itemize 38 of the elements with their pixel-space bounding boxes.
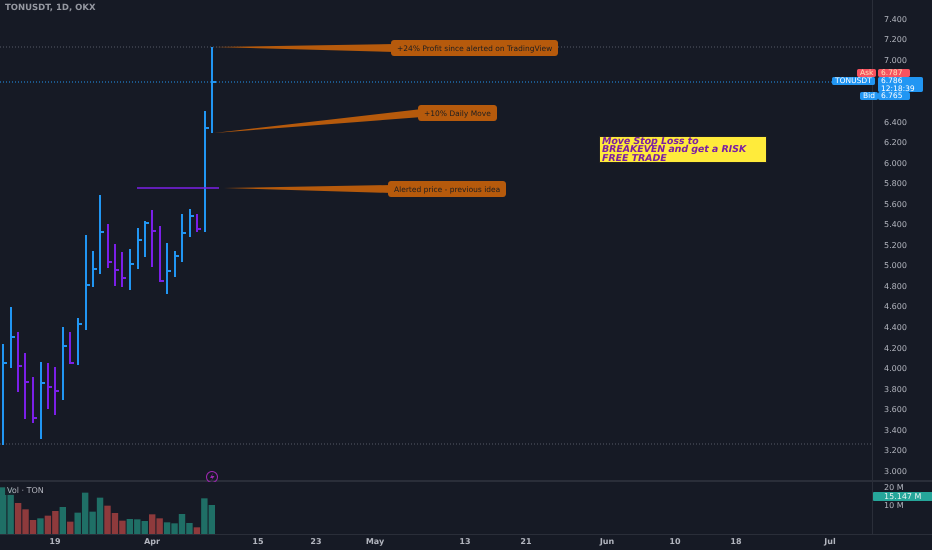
date-label: 19 <box>49 537 61 546</box>
price-label: 4.800 <box>884 282 907 291</box>
price-label: 4.000 <box>884 364 907 374</box>
volume-badge: 15.147 M <box>873 492 932 501</box>
price-label: 4.200 <box>884 344 907 353</box>
date-label: Apr <box>144 537 160 546</box>
date-label: 21 <box>520 537 532 546</box>
note-label: Move Stop Loss to BREAKEVEN and get a RISK FREE TRADE <box>599 136 767 163</box>
date-label: 23 <box>310 537 322 546</box>
price-label: 5.800 <box>884 179 907 188</box>
date-label: 18 <box>730 537 742 546</box>
date-label: May <box>366 537 384 546</box>
price-label: 7.400 <box>884 14 907 24</box>
price-label: 4.400 <box>884 322 907 332</box>
volume-title: Vol · TON <box>5 486 46 495</box>
price-label: 6.400 <box>884 118 907 126</box>
price-label: 3.800 <box>884 384 907 394</box>
price-label: 5.600 <box>884 200 907 209</box>
price-label: 7.000 <box>884 56 907 65</box>
date-label: Jun <box>600 537 614 546</box>
chart-title: TONUSDT, 1D, OKX <box>5 3 96 13</box>
price-label: 5.400 <box>884 220 907 230</box>
price-label: 3.600 <box>884 405 907 414</box>
date-label: Jul <box>824 537 836 546</box>
price-label: 5.000 <box>884 261 907 270</box>
price-label: 3.200 <box>884 446 907 456</box>
price-label: 7.200 <box>884 35 907 44</box>
price-label: 4.600 <box>884 302 907 312</box>
price-label: 6.000 <box>884 158 907 168</box>
date-label: 15 <box>252 537 264 546</box>
volume-label: 20 M <box>884 483 904 492</box>
date-label: 10 <box>669 537 681 546</box>
price-label: 3.400 <box>884 426 907 435</box>
date-label: 13 <box>459 537 471 546</box>
volume-label: 10 M <box>884 501 904 510</box>
price-label: 3.000 <box>884 466 907 476</box>
price-label: 5.200 <box>884 240 907 250</box>
price-label: 6.200 <box>884 138 907 148</box>
